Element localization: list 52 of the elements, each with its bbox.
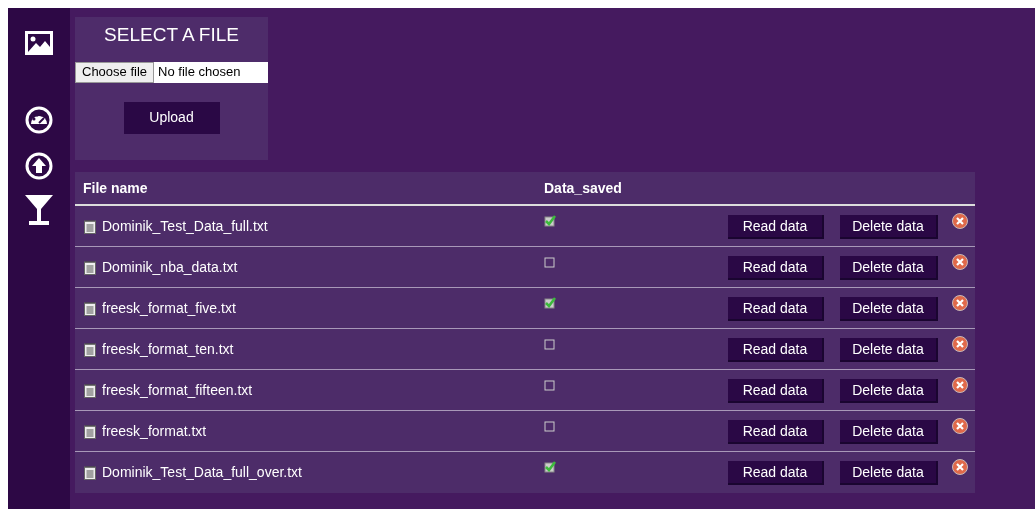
checkbox[interactable] [544, 461, 556, 473]
delete-data-button[interactable]: Delete data [840, 379, 938, 403]
notepad-icon [84, 382, 96, 398]
checkbox[interactable] [544, 256, 556, 268]
delete-data-button[interactable]: Delete data [840, 420, 938, 444]
delete-data-button[interactable]: Delete data [840, 297, 938, 321]
read-data-button[interactable]: Read data [728, 215, 824, 239]
delete-data-button[interactable]: Delete data [840, 461, 938, 485]
file-name: Dominik_Test_Data_full.txt [102, 216, 268, 236]
file-name: freesk_format_fifteen.txt [102, 380, 253, 400]
read-data-button[interactable]: Read data [728, 338, 824, 362]
read-data-button[interactable]: Read data [728, 379, 824, 403]
remove-icon[interactable] [952, 336, 968, 352]
checkbox[interactable] [544, 338, 556, 350]
file-name: Dominik_nba_data.txt [102, 257, 238, 277]
cocktail-glass-icon[interactable] [24, 194, 54, 226]
notepad-icon [84, 218, 96, 234]
file-name: freesk_format.txt [102, 421, 207, 441]
notepad-icon [84, 341, 96, 357]
delete-data-button[interactable]: Delete data [840, 338, 938, 362]
remove-icon[interactable] [952, 418, 968, 434]
column-header: File name [83, 178, 149, 198]
upload-button[interactable]: Upload [123, 101, 220, 134]
remove-icon[interactable] [952, 377, 968, 393]
checkbox[interactable] [544, 215, 556, 227]
checkbox[interactable] [544, 379, 556, 391]
gauge-icon[interactable] [25, 106, 53, 134]
read-data-button[interactable]: Read data [728, 420, 824, 444]
checkbox[interactable] [544, 297, 556, 309]
remove-icon[interactable] [952, 295, 968, 311]
file-name: freesk_format_five.txt [102, 298, 236, 318]
file-name: freesk_format_ten.txt [102, 339, 234, 359]
file-status: No file chosen [158, 63, 241, 82]
notepad-icon [84, 423, 96, 439]
delete-data-button[interactable]: Delete data [840, 256, 938, 280]
column-header: Data_saved [544, 178, 622, 198]
read-data-button[interactable]: Read data [728, 256, 824, 280]
read-data-button[interactable]: Read data [728, 297, 824, 321]
remove-icon[interactable] [952, 213, 968, 229]
file-input[interactable]: Choose file No file chosen [75, 61, 268, 83]
delete-data-button[interactable]: Delete data [840, 215, 938, 239]
image-icon[interactable] [24, 30, 54, 56]
remove-icon[interactable] [952, 459, 968, 475]
notepad-icon [84, 300, 96, 316]
file-name: Dominik_Test_Data_full_over.txt [102, 463, 302, 482]
panel-title: SELECT A FILE [104, 23, 239, 47]
read-data-button[interactable]: Read data [728, 461, 824, 485]
notepad-icon [84, 259, 96, 275]
notepad-icon [84, 465, 96, 480]
remove-icon[interactable] [952, 254, 968, 270]
checkbox[interactable] [544, 420, 556, 432]
choose-file-button[interactable]: Choose file [75, 61, 155, 83]
